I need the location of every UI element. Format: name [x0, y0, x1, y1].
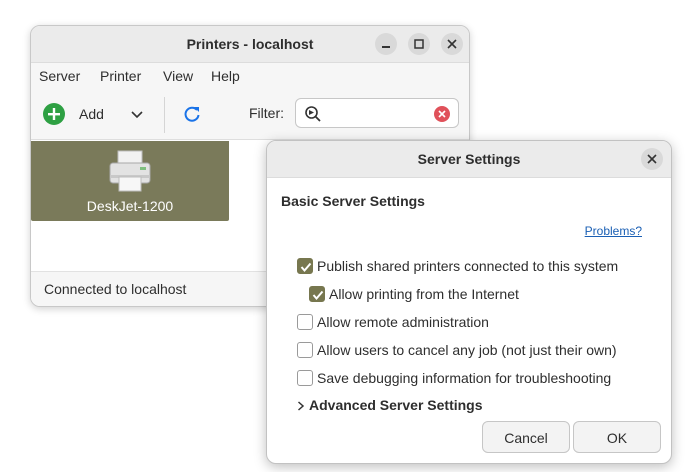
printers-titlebar[interactable]: Printers - localhost: [31, 26, 469, 63]
printer-name: DeskJet-1200: [86, 198, 174, 214]
clear-icon[interactable]: [434, 106, 450, 122]
problems-link[interactable]: Problems?: [585, 224, 642, 238]
filter-input[interactable]: [295, 98, 459, 128]
option-label: Allow users to cancel any job (not just …: [317, 342, 617, 358]
checkbox[interactable]: [297, 258, 313, 274]
check-icon: [312, 290, 324, 301]
status-text: Connected to localhost: [44, 281, 187, 297]
ok-button[interactable]: OK: [573, 421, 661, 453]
printer-icon: [109, 150, 151, 192]
add-circle-icon: [43, 103, 65, 125]
checkbox[interactable]: [297, 342, 313, 358]
refresh-button[interactable]: [181, 103, 203, 125]
option-label: Save debugging information for troublesh…: [317, 370, 612, 386]
menu-server[interactable]: Server: [39, 68, 80, 84]
add-label: Add: [79, 106, 104, 122]
menubar: Server Printer View Help: [31, 63, 469, 89]
close-icon: [647, 154, 657, 164]
maximize-icon: [414, 39, 424, 49]
toolbar: Add Filter:: [31, 89, 469, 140]
menu-help[interactable]: Help: [211, 68, 240, 84]
cancel-button[interactable]: Cancel: [482, 421, 570, 453]
menu-view[interactable]: View: [163, 68, 193, 84]
printer-item[interactable]: DeskJet-1200: [31, 141, 229, 221]
advanced-settings-label: Advanced Server Settings: [309, 397, 483, 413]
dialog-title: Server Settings: [417, 151, 521, 167]
server-settings-dialog: Server Settings Basic Server Settings Pr…: [266, 140, 672, 464]
minimize-icon: [382, 46, 390, 48]
checkbox[interactable]: [309, 286, 325, 302]
checkbox[interactable]: [297, 314, 313, 330]
toolbar-separator: [164, 97, 165, 133]
refresh-icon: [184, 106, 200, 122]
minimize-button[interactable]: [375, 33, 397, 55]
checkbox[interactable]: [297, 370, 313, 386]
maximize-button[interactable]: [408, 33, 430, 55]
option-label: Publish shared printers connected to thi…: [317, 258, 619, 274]
filter-label: Filter:: [249, 105, 284, 121]
close-icon: [447, 39, 457, 49]
add-button[interactable]: Add: [41, 100, 121, 128]
chevron-down-icon: [131, 111, 143, 119]
section-heading: Basic Server Settings: [281, 193, 425, 209]
menu-printer[interactable]: Printer: [100, 68, 141, 84]
window-title: Printers - localhost: [186, 36, 314, 52]
option-label: Allow printing from the Internet: [329, 286, 519, 302]
dialog-titlebar[interactable]: Server Settings: [267, 141, 671, 178]
search-icon: [305, 106, 321, 122]
chevron-right-icon: [298, 401, 305, 411]
close-button[interactable]: [441, 33, 463, 55]
add-dropdown-button[interactable]: [131, 106, 143, 124]
dialog-close-button[interactable]: [641, 148, 663, 170]
check-icon: [300, 262, 312, 273]
option-label: Allow remote administration: [317, 314, 489, 330]
